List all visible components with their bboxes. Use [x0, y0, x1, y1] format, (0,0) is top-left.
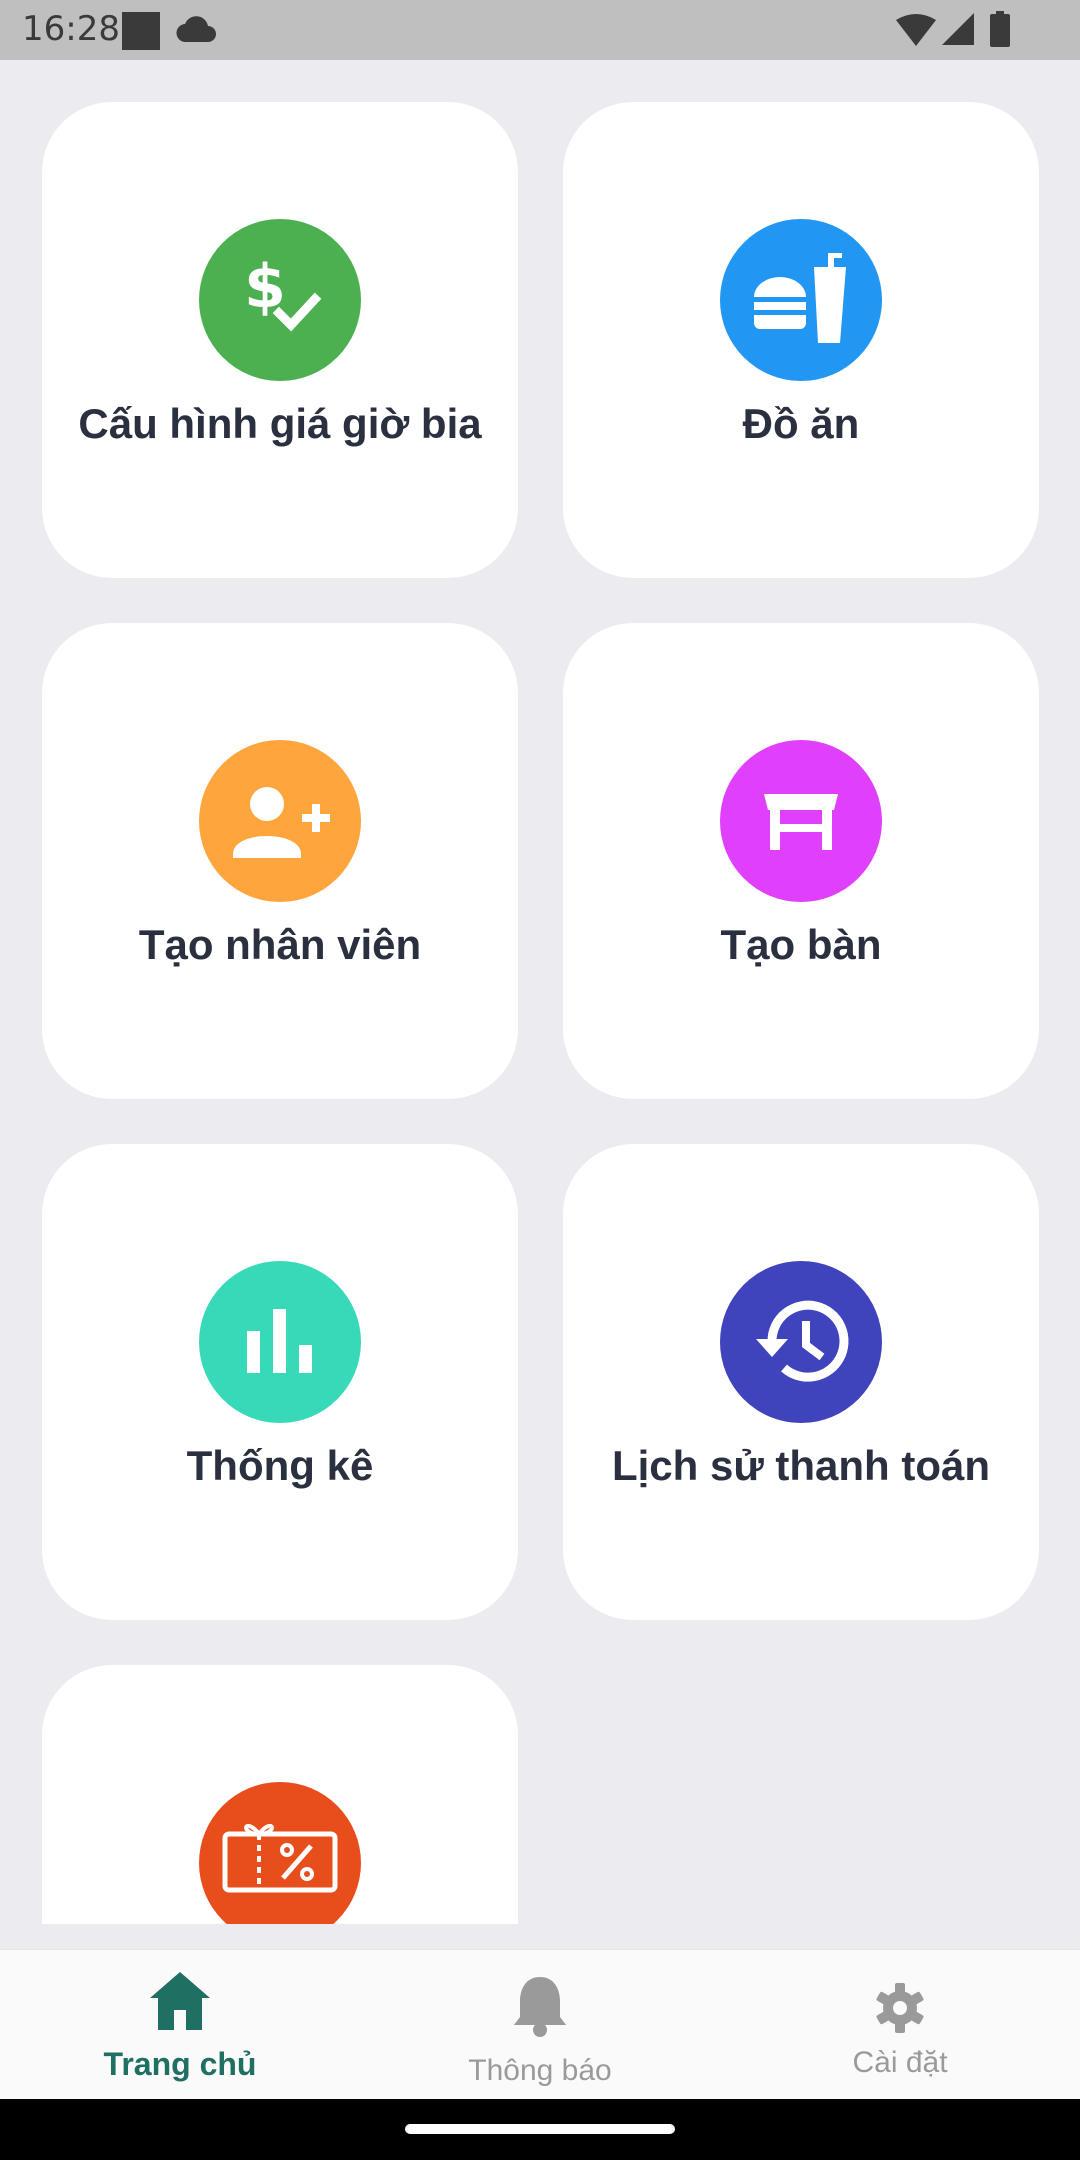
gesture-handle[interactable] [405, 2124, 675, 2134]
nav-label-settings: Cài đặt [852, 2046, 948, 2079]
tile-food[interactable]: Đồ ăn [563, 102, 1039, 578]
nav-label-notifications: Thông báo [468, 2054, 612, 2087]
table-icon [764, 794, 838, 850]
bar-chart-icon [247, 1309, 312, 1373]
nav-item-notifications[interactable]: Thông báo [360, 1950, 720, 2100]
tile-label: Tạo bàn [720, 921, 882, 968]
history-icon [756, 1300, 849, 1382]
dollar-check-icon: $ [244, 252, 322, 332]
notification-square-icon [122, 12, 160, 50]
wifi-icon [896, 14, 936, 46]
menu-grid: $ Cấu hình giá giờ bia Đồ ăn Tạo nhân vi… [0, 60, 1080, 1924]
tile-voucher[interactable] [42, 1665, 518, 1924]
bottom-navigation: Trang chủ Thông báo Cài đặt [0, 1949, 1080, 2100]
status-time: 16:28 [22, 9, 120, 49]
person-add-icon [233, 787, 330, 858]
cell-signal-icon [942, 13, 974, 45]
nav-label-home: Trang chủ [103, 2046, 257, 2082]
status-bar: 16:28 [0, 0, 1080, 60]
tile-create-table[interactable]: Tạo bàn [563, 623, 1039, 1099]
tile-label: Tạo nhân viên [138, 921, 422, 968]
gesture-navigation-area [0, 2099, 1080, 2160]
cloud-icon [176, 16, 216, 42]
tile-icon-circle [720, 1261, 882, 1423]
voucher-icon [222, 1823, 338, 1893]
gear-icon [876, 1983, 924, 2033]
tile-icon-circle: $ [199, 219, 361, 381]
bell-icon [514, 1977, 566, 2037]
tile-icon-circle [720, 740, 882, 902]
nav-item-settings[interactable]: Cài đặt [720, 1950, 1080, 2100]
tile-label: Lịch sử thanh toán [611, 1442, 991, 1489]
tile-icon-circle [199, 740, 361, 902]
tile-icon-circle [199, 1782, 361, 1924]
battery-icon [990, 11, 1010, 47]
tile-payment-history[interactable]: Lịch sử thanh toán [563, 1144, 1039, 1620]
tile-label: Cấu hình giá giờ bia [78, 400, 482, 447]
tile-label: Thống kê [186, 1442, 374, 1489]
tile-statistics[interactable]: Thống kê [42, 1144, 518, 1620]
home-icon [150, 1972, 210, 2030]
tile-billiard-price-config[interactable]: $ Cấu hình giá giờ bia [42, 102, 518, 578]
nav-item-home[interactable]: Trang chủ [0, 1950, 360, 2100]
tile-icon-circle [199, 1261, 361, 1423]
fastfood-icon [754, 253, 846, 343]
tile-create-staff[interactable]: Tạo nhân viên [42, 623, 518, 1099]
tile-icon-circle [720, 219, 882, 381]
tile-label: Đồ ăn [742, 400, 860, 447]
screen: 16:28 $ Cấu hình giá giờ bia Đồ ăn Tạo n… [0, 0, 1080, 2160]
